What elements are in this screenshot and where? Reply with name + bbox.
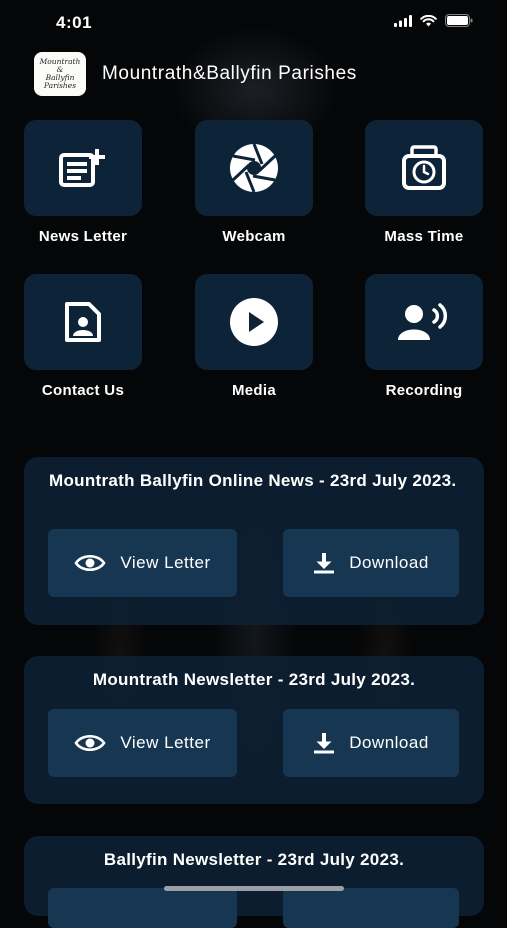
clock-icon [402, 145, 446, 190]
tile-label: Recording [385, 382, 463, 399]
recording-tile[interactable]: Recording [365, 274, 483, 399]
parish-logo: Mountrath & Ballyfin Parishes [34, 52, 86, 96]
tile-icon-box[interactable] [365, 274, 483, 370]
view-letter-button[interactable]: View Letter [48, 529, 237, 597]
newsletter-card: Ballyfin Newsletter - 23rd July 2023. [24, 836, 484, 928]
wifi-icon [420, 14, 437, 26]
eye-icon [74, 734, 106, 752]
eye-icon [74, 554, 106, 572]
person-speaking-icon [398, 303, 448, 340]
mass-time-tile[interactable]: Mass Time [365, 120, 483, 245]
view-letter-label: View Letter [120, 733, 211, 752]
tile-icon-box[interactable] [195, 120, 313, 216]
download-icon [314, 553, 335, 574]
download-label: Download [349, 733, 429, 752]
news-letter-tile[interactable]: News Letter [24, 120, 142, 245]
view-letter-button[interactable]: View Letter [48, 709, 237, 777]
contact-us-tile[interactable]: Contact Us [24, 274, 142, 399]
newsletter-title: Mountrath Ballyfin Online News - 23rd Ju… [49, 471, 457, 490]
status-time: 4:01 [56, 13, 93, 32]
newsletter-add-icon [59, 149, 105, 187]
tile-label: Webcam [222, 228, 286, 245]
download-button[interactable]: Download [283, 529, 459, 597]
app-header: Mountrath & Ballyfin Parishes Mountrath&… [34, 51, 487, 97]
tile-label: News Letter [38, 228, 128, 245]
tile-label: Media [231, 382, 276, 399]
media-tile[interactable]: Media [195, 274, 313, 399]
home-indicator [164, 886, 344, 891]
webcam-tile[interactable]: Webcam [195, 120, 313, 245]
tile-label: Contact Us [41, 382, 125, 399]
newsletter-title: Ballyfin Newsletter - 23rd July 2023. [103, 850, 405, 869]
tile-icon-box[interactable] [24, 274, 142, 370]
status-icons [394, 14, 473, 27]
signal-icon [394, 14, 412, 27]
battery-icon [445, 14, 473, 27]
camera-aperture-icon [230, 143, 278, 193]
newsletter-card: Mountrath Ballyfin Online News - 23rd Ju… [24, 457, 484, 625]
download-button[interactable] [283, 888, 459, 928]
play-circle-icon [230, 298, 278, 346]
app-title: Mountrath&Ballyfin Parishes [102, 63, 357, 84]
newsletter-card: Mountrath Newsletter - 23rd July 2023. V… [24, 656, 484, 804]
tile-icon-box[interactable] [195, 274, 313, 370]
tile-icon-box[interactable] [365, 120, 483, 216]
contact-card-icon [65, 302, 101, 342]
status-bar: 4:01 [0, 0, 507, 46]
logo-text-line: Parishes [43, 81, 77, 90]
tile-label: Mass Time [384, 228, 464, 245]
download-button[interactable]: Download [283, 709, 459, 777]
view-letter-label: View Letter [120, 553, 211, 572]
tile-icon-box[interactable] [24, 120, 142, 216]
download-label: Download [349, 553, 429, 572]
download-icon [314, 733, 335, 754]
view-letter-button[interactable] [48, 888, 237, 928]
newsletter-title: Mountrath Newsletter - 23rd July 2023. [92, 670, 416, 689]
